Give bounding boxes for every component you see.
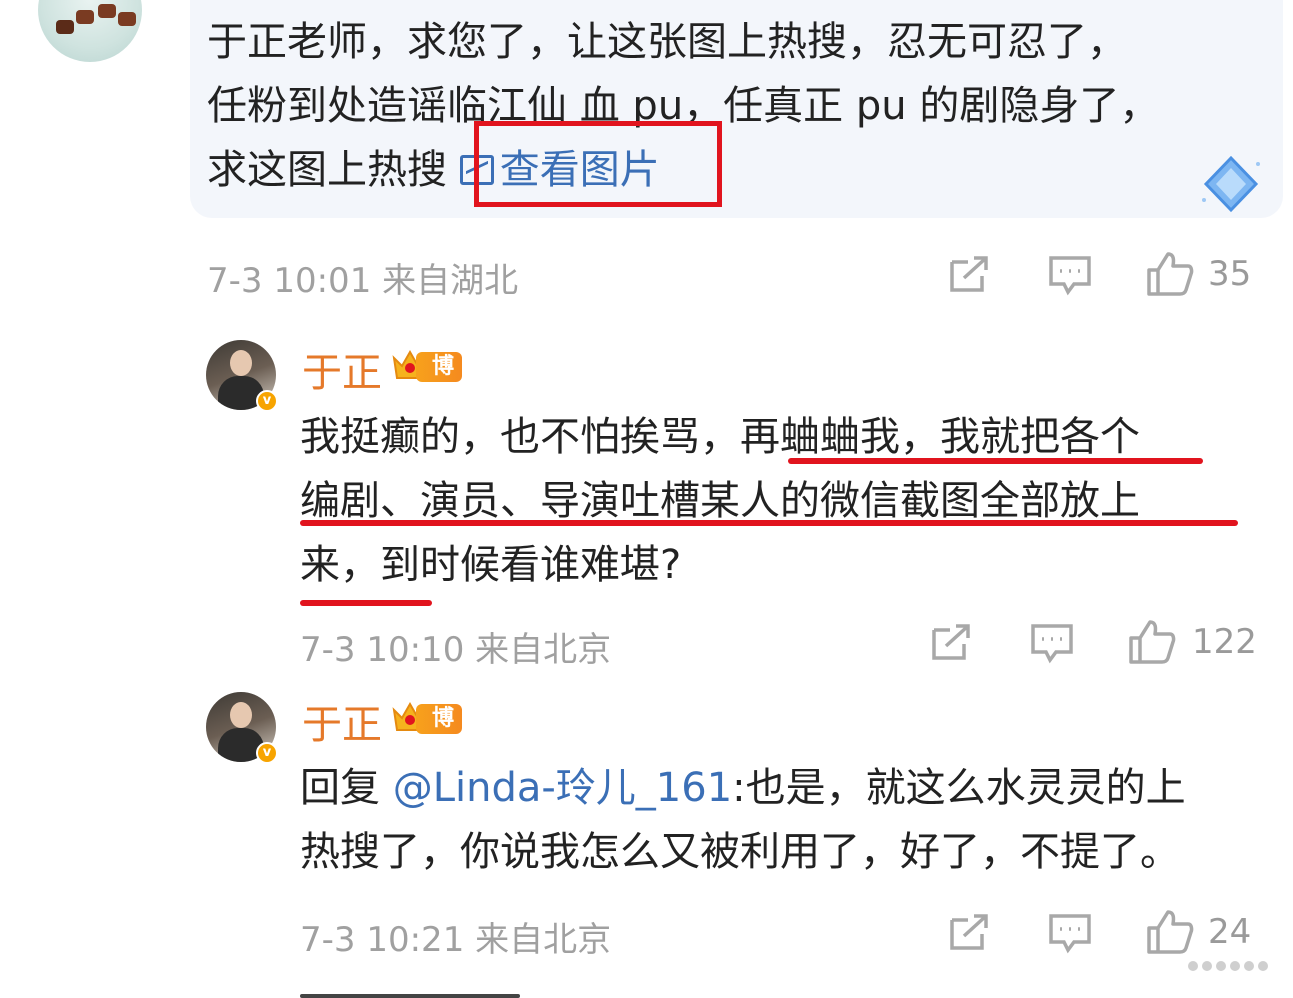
reply-text: 我挺癫的，也不怕挨骂，再蛐蛐我，我就把各个 编剧、演员、导演吐槽某人的微信截图全… — [300, 414, 1140, 588]
like-icon[interactable] — [1146, 908, 1194, 954]
location: 来自北京 — [475, 920, 612, 960]
verified-badge: v — [256, 742, 278, 764]
timestamp: 7-3 10:21 — [300, 920, 465, 960]
verified-badge: v — [256, 390, 278, 412]
red-highlight-box — [474, 121, 722, 207]
location: 来自湖北 — [382, 261, 519, 301]
comment-meta: 7-3 10:01 来自湖北 — [207, 253, 518, 302]
share-icon[interactable] — [930, 622, 972, 662]
like-icon[interactable] — [1146, 250, 1194, 296]
cropped-next-comment — [300, 985, 540, 998]
timestamp: 7-3 10:01 — [207, 261, 372, 301]
timestamp: 7-3 10:10 — [300, 630, 465, 670]
comment-icon[interactable] — [1048, 254, 1092, 296]
red-underline — [300, 520, 1238, 526]
highlighted-text: 再蛐蛐我，我就把各个 — [740, 414, 1140, 460]
like-icon[interactable] — [1128, 618, 1176, 664]
username[interactable]: 于正 — [302, 692, 382, 750]
red-underline — [788, 458, 1203, 464]
reply-meta: 7-3 10:10 来自北京 — [300, 622, 611, 671]
watermark-dots — [1186, 956, 1286, 976]
mention-link[interactable]: @Linda-玲儿_161 — [393, 765, 732, 811]
reply-text: 回复 @Linda-玲儿_161:也是，就这么水灵灵的上 热搜了，你说我怎么又被… — [300, 765, 1186, 875]
comment-line: 于正老师，求您了，让这张图上热搜，忍无可忍了， — [207, 19, 1127, 65]
red-underline — [300, 600, 432, 606]
like-count: 35 — [1208, 254, 1252, 294]
highlighted-text: 来， — [300, 542, 380, 588]
comment-icon[interactable] — [1048, 912, 1092, 954]
share-icon[interactable] — [948, 912, 990, 952]
reply-meta: 7-3 10:21 来自北京 — [300, 912, 611, 961]
commenter-avatar[interactable] — [38, 0, 142, 62]
location: 来自北京 — [475, 630, 612, 670]
like-count: 122 — [1192, 622, 1257, 662]
diamond-badge-icon — [1202, 155, 1260, 213]
badge-label: 博主 — [416, 352, 463, 409]
share-icon[interactable] — [948, 254, 990, 294]
username[interactable]: 于正 — [302, 340, 382, 398]
like-count: 24 — [1208, 912, 1252, 952]
badge-label: 博主 — [416, 704, 463, 761]
comment-icon[interactable] — [1030, 622, 1074, 664]
